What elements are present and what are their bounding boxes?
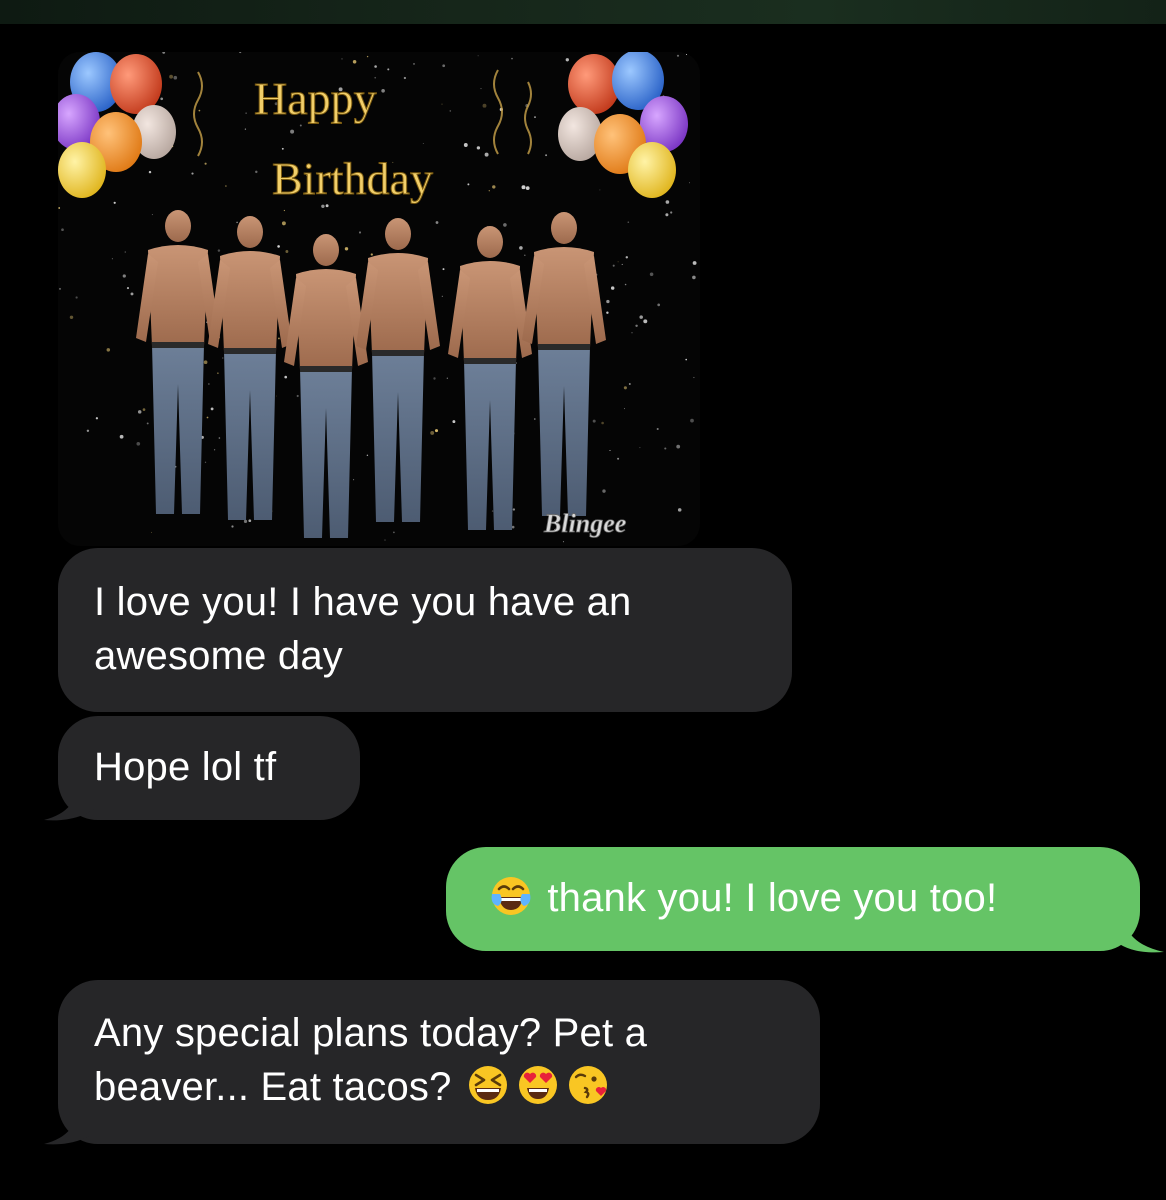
gif-artwork: Happy Birthday Blingee bbox=[58, 52, 700, 546]
outgoing-bubble-tail bbox=[1112, 912, 1164, 953]
gif-watermark: Blingee bbox=[543, 509, 626, 538]
incoming-message-bubble[interactable]: Any special plans today? Pet a beaver...… bbox=[58, 980, 820, 1144]
message-thread[interactable]: Happy Birthday Blingee I love you! I hav… bbox=[0, 24, 1166, 1200]
incoming-message-bubble[interactable]: I love you! I have you have an awesome d… bbox=[58, 548, 792, 712]
message-text: thank you! I love you too! bbox=[547, 876, 998, 920]
gif-title-birthday: Birthday bbox=[272, 153, 433, 204]
message-text: Hope lol tf bbox=[94, 745, 277, 789]
incoming-bubble-tail bbox=[44, 1104, 98, 1145]
birthday-gif-image[interactable]: Happy Birthday Blingee bbox=[58, 52, 700, 546]
gif-title-happy: Happy bbox=[254, 73, 377, 124]
incoming-bubble-tail bbox=[44, 780, 98, 821]
message-text: Any special plans today? Pet a beaver...… bbox=[94, 1011, 648, 1109]
smiling-face-with-heart-eyes-icon bbox=[518, 1066, 557, 1104]
outgoing-message-bubble[interactable]: thank you! I love you too! bbox=[446, 847, 1140, 951]
grinning-squinting-face-icon bbox=[468, 1066, 507, 1104]
face-blowing-a-kiss-icon bbox=[568, 1066, 607, 1104]
status-bar-strip bbox=[0, 0, 1166, 24]
incoming-message-bubble[interactable]: Hope lol tf bbox=[58, 716, 360, 820]
face-with-tears-of-joy-icon bbox=[491, 877, 531, 915]
message-text: I love you! I have you have an awesome d… bbox=[94, 580, 632, 678]
